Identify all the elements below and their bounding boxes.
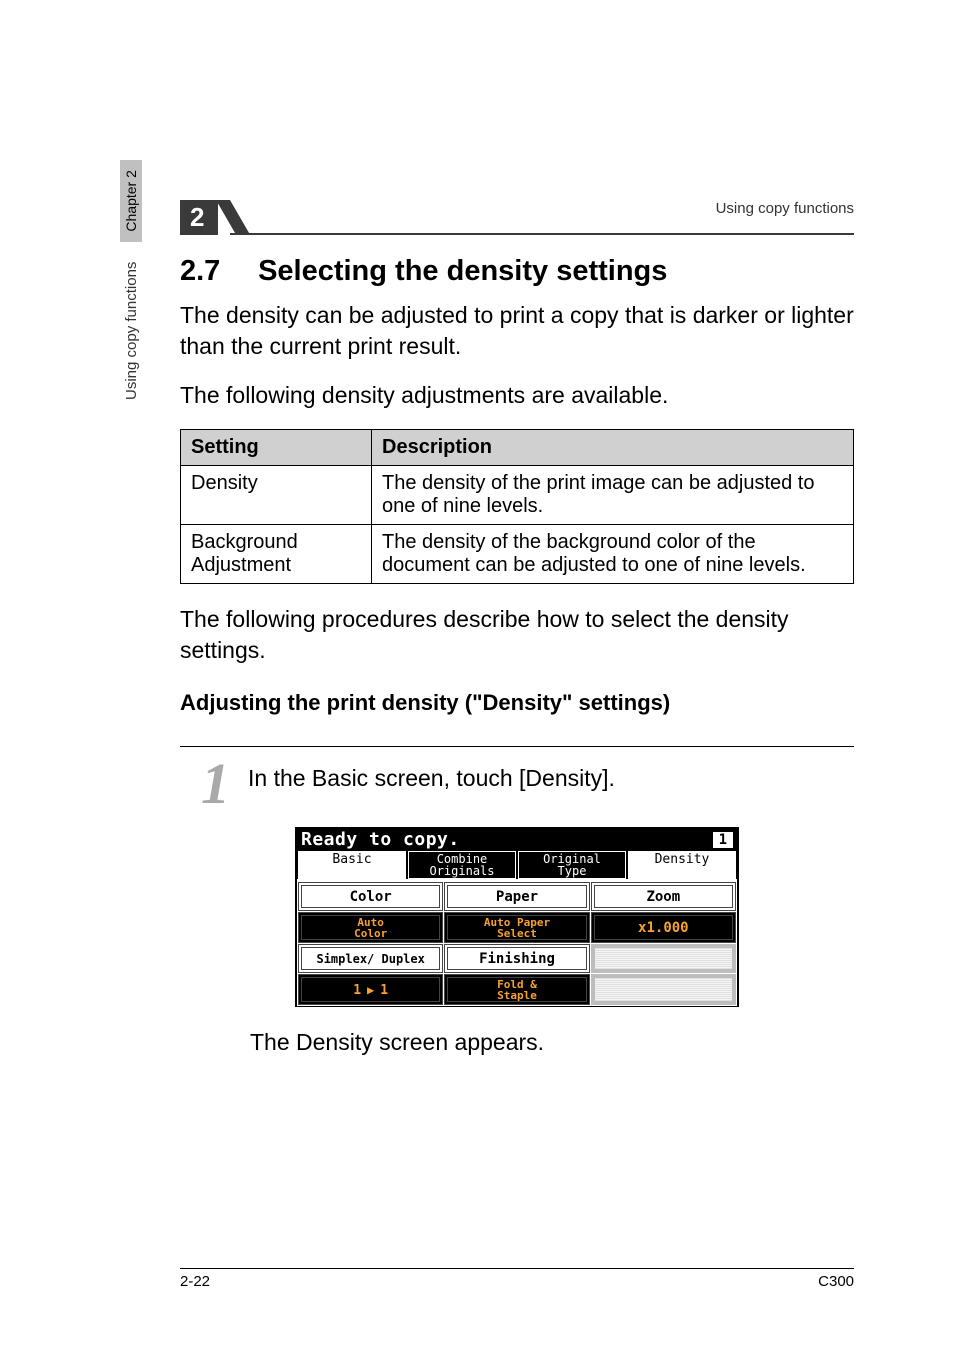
lcd-status-text: Ready to copy. [301, 829, 713, 850]
step-rule [180, 746, 854, 747]
btn-color[interactable]: Color [298, 882, 443, 911]
step-text: In the Basic screen, touch [Density]. [248, 755, 615, 792]
section-title-text: Selecting the density settings [258, 255, 667, 287]
val-zoom-text: x1.000 [638, 921, 689, 935]
val-auto-paper-text: Auto Paper Select [484, 917, 550, 939]
td-description: The density of the background color of t… [372, 525, 854, 584]
footer-model: C300 [818, 1273, 854, 1290]
chapter-number-tab: 2 [180, 200, 218, 235]
table-row: Density The density of the print image c… [181, 466, 854, 525]
paragraph-after-lcd: The Density screen appears. [250, 1027, 854, 1058]
empty-cell [591, 974, 736, 1005]
th-description: Description [372, 430, 854, 466]
paragraph-after-table: The following procedures describe how to… [180, 604, 854, 666]
td-description: The density of the print image can be ad… [372, 466, 854, 525]
one-left: 1 [353, 984, 361, 997]
btn-finishing[interactable]: Finishing [444, 944, 589, 973]
tab-density[interactable]: Density [628, 851, 736, 879]
val-auto-color-text: Auto Color [354, 917, 387, 939]
footer-page-number: 2-22 [180, 1273, 210, 1290]
tab-basic[interactable]: Basic [298, 851, 406, 879]
val-fold-text: Fold & Staple [497, 979, 537, 1001]
val-auto-paper[interactable]: Auto Paper Select [444, 912, 589, 943]
lcd-panel: Ready to copy. 1 Basic Combine Originals… [295, 827, 739, 1007]
val-auto-color[interactable]: Auto Color [298, 912, 443, 943]
side-title: Using copy functions [123, 262, 140, 400]
side-label: Using copy functions Chapter 2 [120, 160, 142, 400]
settings-table: Setting Description Density The density … [180, 429, 854, 584]
step-1: 1 In the Basic screen, touch [Density]. [180, 755, 854, 813]
arrow-icon: ▶ [367, 984, 374, 996]
section-number: 2.7 [180, 255, 250, 288]
val-1-to-1[interactable]: 1 ▶ 1 [298, 974, 443, 1005]
step-number: 1 [180, 755, 230, 813]
section-heading: 2.7 Selecting the density settings [180, 255, 854, 288]
header-rule [230, 233, 854, 235]
tab-original-type[interactable]: Original Type [518, 851, 626, 879]
table-row: Background Adjustment The density of the… [181, 525, 854, 584]
tab-combine-originals[interactable]: Combine Originals [408, 851, 516, 879]
one-right: 1 [380, 984, 388, 997]
th-setting: Setting [181, 430, 372, 466]
lcd-copy-count: 1 [713, 832, 733, 848]
btn-paper[interactable]: Paper [444, 882, 589, 911]
btn-zoom[interactable]: Zoom [591, 882, 736, 911]
subheading-density: Adjusting the print density ("Density" s… [180, 690, 854, 716]
val-fold-staple[interactable]: Fold & Staple [444, 974, 589, 1005]
btn-simplex-duplex[interactable]: Simplex/ Duplex [298, 944, 443, 973]
empty-cell [591, 944, 736, 973]
val-zoom-x1[interactable]: x1.000 [591, 912, 736, 943]
running-header: Using copy functions [716, 200, 854, 217]
paragraph-intro-1: The density can be adjusted to print a c… [180, 300, 854, 362]
paragraph-intro-2: The following density adjustments are av… [180, 380, 854, 411]
td-setting: Density [181, 466, 372, 525]
td-setting: Background Adjustment [181, 525, 372, 584]
page-footer: 2-22 C300 [180, 1268, 854, 1290]
side-chapter-box: Chapter 2 [120, 160, 142, 241]
